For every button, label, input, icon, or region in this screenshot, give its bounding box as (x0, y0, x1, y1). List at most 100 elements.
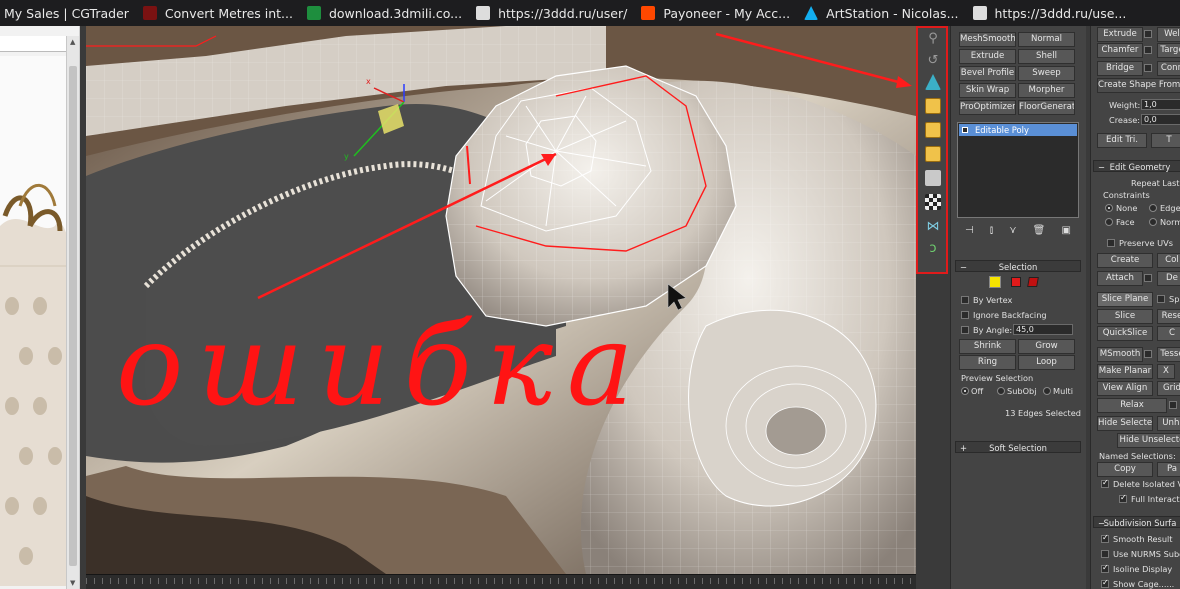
angle-field[interactable]: 45,0 (1013, 324, 1073, 335)
by-vertex-checkbox[interactable] (961, 296, 969, 304)
grid-align-button[interactable]: Grid (1157, 381, 1180, 396)
weld-button[interactable]: Wel (1157, 27, 1180, 42)
scroll-up-icon[interactable]: ▲ (70, 38, 75, 46)
hide-selected-button[interactable]: Hide Selected (1097, 416, 1153, 431)
cut-button[interactable]: C (1157, 326, 1180, 341)
extrude-settings-icon[interactable] (1144, 30, 1152, 38)
remove-modifier-icon[interactable]: 🗑 (1033, 225, 1046, 236)
stack-icon[interactable] (925, 170, 941, 186)
cone-icon[interactable] (925, 74, 941, 90)
preserve-uvs-checkbox[interactable] (1107, 239, 1115, 247)
edit-geometry-rollout-header[interactable]: − Edit Geometry (1093, 160, 1180, 172)
skin-wrap-button[interactable]: Skin Wrap (959, 83, 1016, 98)
constraint-face-radio[interactable] (1105, 218, 1113, 226)
relax-settings-icon[interactable] (1169, 401, 1177, 409)
constraint-edge-radio[interactable] (1149, 204, 1157, 212)
show-end-result-icon[interactable]: ⫾ (990, 225, 993, 236)
hide-unselected-button[interactable]: Hide Unselecte (1117, 433, 1180, 448)
detach-button[interactable]: De (1157, 271, 1180, 286)
selection-rollout-header[interactable]: − Selection (955, 260, 1081, 272)
cube-icon[interactable] (925, 122, 941, 138)
target-weld-button[interactable]: Targe (1157, 43, 1180, 58)
subdivision-rollout-header[interactable]: − Subdivision Surfa (1093, 516, 1180, 528)
weight-field[interactable]: 1,0 (1141, 99, 1180, 110)
bookmark-payoneer[interactable]: Payoneer - My Acc... (637, 0, 800, 26)
bookmark-3ddd-user[interactable]: https://3ddd.ru/user/ (472, 0, 637, 26)
configure-icon[interactable]: ↄ (925, 240, 941, 256)
stack-item-editable-poly[interactable]: Editable Poly (959, 124, 1077, 136)
bookmark-download[interactable]: download.3dmili.co... (303, 0, 472, 26)
constraint-none-radio[interactable] (1105, 204, 1113, 212)
bridge-settings-icon[interactable] (1144, 64, 1152, 72)
shrink-button[interactable]: Shrink (959, 339, 1016, 354)
delete-isolated-checkbox[interactable] (1101, 478, 1109, 488)
create-shape-button[interactable]: Create Shape From Se (1097, 78, 1180, 93)
extrude-button[interactable]: Extrude (1097, 27, 1143, 42)
bookmark-cgtrader[interactable]: My Sales | CGTrader (0, 0, 139, 26)
tessellate-button[interactable]: Tesse (1157, 347, 1180, 362)
scroll-down-icon[interactable]: ▼ (70, 579, 75, 587)
ignore-backfacing-checkbox[interactable] (961, 311, 969, 319)
use-nurms-checkbox[interactable] (1101, 550, 1109, 558)
normal-button[interactable]: Normal (1018, 32, 1075, 47)
show-cage-checkbox[interactable] (1101, 578, 1109, 588)
pin-stack-icon[interactable]: ⚲ (925, 30, 941, 46)
timeline-bar[interactable] (86, 574, 916, 589)
morpher-button[interactable]: Morpher (1018, 83, 1075, 98)
create-button[interactable]: Create (1097, 253, 1153, 268)
reset-plane-button[interactable]: Rese (1157, 309, 1180, 324)
bookmark-3ddd-use[interactable]: https://3ddd.ru/use... (969, 0, 1137, 26)
bevel-profile-button[interactable]: Bevel Profile (959, 66, 1016, 81)
grow-button[interactable]: Grow (1018, 339, 1075, 354)
planar-x-button[interactable]: X (1157, 364, 1175, 379)
checker-icon[interactable] (925, 194, 941, 210)
expand-icon[interactable] (962, 127, 968, 133)
bookmark-artstation[interactable]: ArtStation - Nicolas... (800, 0, 968, 26)
scroll-thumb[interactable] (69, 66, 77, 566)
chamfer-settings-icon[interactable] (1144, 46, 1152, 54)
crease-field[interactable]: 0,0 (1141, 114, 1180, 125)
preview-multi-radio[interactable] (1043, 387, 1051, 395)
prooptimizer-button[interactable]: ProOptimizer (959, 100, 1016, 115)
cube-icon[interactable] (925, 146, 941, 162)
edge-mode-icon[interactable] (989, 276, 1001, 288)
unhide-all-button[interactable]: Unhi (1157, 416, 1180, 431)
meshsmooth-button[interactable]: MeshSmooth (959, 32, 1016, 47)
bookmark-convert[interactable]: Convert Metres int... (139, 0, 303, 26)
copy-button[interactable]: Copy (1097, 462, 1153, 477)
split-checkbox[interactable] (1157, 295, 1165, 303)
shell-button[interactable]: Shell (1018, 49, 1075, 64)
constraint-normal-radio[interactable] (1149, 218, 1157, 226)
perspective-viewport[interactable]: x y ошибка (86, 26, 916, 574)
loop-button[interactable]: Loop (1018, 355, 1075, 370)
bridge-button[interactable]: Bridge (1097, 61, 1143, 76)
turn-button[interactable]: T (1151, 133, 1180, 148)
paste-button[interactable]: Pa (1157, 462, 1180, 477)
preview-off-radio[interactable] (961, 387, 969, 395)
by-angle-checkbox[interactable] (961, 326, 969, 334)
chamfer-button[interactable]: Chamfer (1097, 43, 1143, 58)
make-unique-icon[interactable]: ↺ (925, 52, 941, 68)
reference-scrollbar[interactable]: ▲ ▼ (66, 36, 79, 589)
sweep-button[interactable]: Sweep (1018, 66, 1075, 81)
make-planar-button[interactable]: Make Planar (1097, 364, 1153, 379)
edit-tri-button[interactable]: Edit Tri. (1097, 133, 1147, 148)
floorgenerator-button[interactable]: FloorGenerator (1018, 100, 1075, 115)
connect-button[interactable]: Conn (1157, 61, 1180, 76)
element-mode-icon[interactable] (1027, 277, 1039, 287)
extrude-modifier-button[interactable]: Extrude (959, 49, 1016, 64)
slice-plane-button[interactable]: Slice Plane (1097, 292, 1153, 307)
quickslice-button[interactable]: QuickSlice (1097, 326, 1153, 341)
isoline-display-checkbox[interactable] (1101, 563, 1109, 573)
msmooth-button[interactable]: MSmooth (1097, 347, 1143, 362)
view-align-button[interactable]: View Align (1097, 381, 1153, 396)
configure-sets-icon[interactable]: ▣ (1061, 225, 1070, 236)
collapse-button[interactable]: Col (1157, 253, 1180, 268)
full-interactivity-checkbox[interactable] (1119, 493, 1127, 503)
polygon-mode-icon[interactable] (1011, 277, 1021, 287)
symmetry-icon[interactable]: ⋈ (925, 218, 941, 234)
attach-button[interactable]: Attach (1097, 271, 1143, 286)
make-unique-icon[interactable]: ⋎ (1009, 225, 1016, 236)
soft-selection-rollout-header[interactable]: + Soft Selection (955, 441, 1081, 453)
modifier-stack[interactable]: Editable Poly (957, 122, 1079, 218)
